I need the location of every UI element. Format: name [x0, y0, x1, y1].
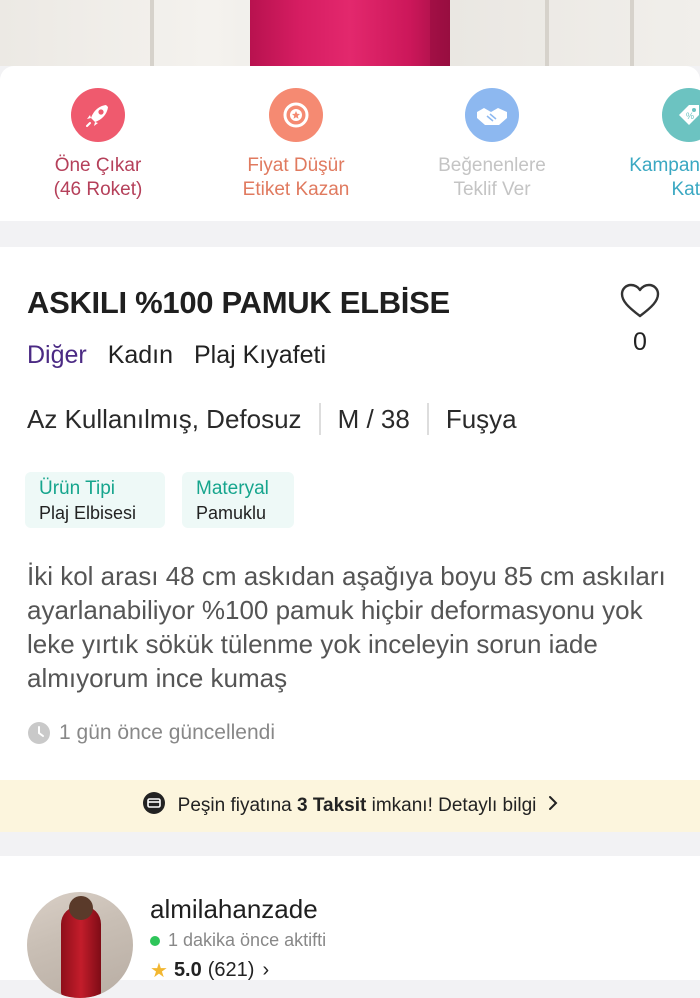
breadcrumb: Diğer Kadın Plaj Kıyafeti: [27, 341, 326, 370]
category-link[interactable]: Kadın: [108, 341, 173, 369]
product-description: İki kol arası 48 cm askıdan aşağıya boyu…: [27, 561, 666, 693]
heart-icon: [620, 283, 660, 318]
product-title: ASKILI %100 PAMUK ELBİSE: [27, 285, 450, 320]
dress-image: [250, 0, 450, 66]
price-drop-label: Fiyat Düşür: [247, 155, 345, 176]
updated-text: 1 gün önce güncellendi: [59, 721, 276, 744]
updated-info: 1 gün önce güncellendi: [27, 721, 275, 745]
banner-text-end: imkanı! Detaylı bilgi: [366, 795, 537, 816]
rating-value: 5.0: [173, 959, 202, 981]
product-attributes: Az Kullanılmış, Defosuz M / 38 Fuşya: [27, 403, 517, 435]
campaign-action[interactable]: % Kampan Kat: [600, 88, 700, 202]
boost-sublabel: (46 Roket): [53, 179, 143, 200]
seller-status: 1 dakika önce aktifti: [150, 930, 326, 951]
star-icon: ★: [150, 960, 168, 982]
product-details-card: ASKILI %100 PAMUK ELBİSE 0 Diğer Kadın P…: [0, 247, 700, 780]
banner-text-bold: 3 Taksit: [296, 795, 367, 816]
online-dot-icon: [150, 935, 160, 946]
like-count: 0: [633, 328, 647, 356]
condition-text: Az Kullanılmış, Defosuz: [27, 403, 302, 434]
campaign-sublabel: Kat: [671, 179, 700, 200]
divider: [318, 403, 321, 435]
size-text: M / 38: [337, 403, 410, 434]
chevron-right-icon: [548, 795, 558, 817]
seller-actions-bar: Öne Çıkar (46 Roket) Fiyat Düşür Etiket …: [0, 66, 700, 221]
like-button[interactable]: 0: [620, 283, 660, 357]
banner-text-start: Peşin fiyatına: [177, 795, 297, 816]
installment-banner[interactable]: Peşin fiyatına 3 Taksit imkanı! Detaylı …: [0, 780, 700, 832]
rocket-icon: [71, 88, 125, 142]
seller-rating[interactable]: ★ 5.0 (621) ›: [150, 958, 269, 983]
avatar[interactable]: [27, 892, 133, 998]
boost-action[interactable]: Öne Çıkar (46 Roket): [13, 88, 183, 202]
banner-text: Peşin fiyatına 3 Taksit imkanı! Detaylı …: [178, 795, 537, 817]
color-text: Fuşya: [445, 403, 517, 434]
price-drop-sublabel: Etiket Kazan: [242, 179, 350, 200]
chevron-right-icon: ›: [262, 959, 270, 981]
seller-card[interactable]: almilahanzade 1 dakika önce aktifti ★ 5.…: [0, 856, 700, 998]
offer-likers-action[interactable]: Beğenenlere Teklif Ver: [407, 88, 577, 202]
product-photo[interactable]: [0, 0, 700, 66]
badge-icon: [269, 88, 323, 142]
review-count: (621): [207, 959, 255, 981]
category-link[interactable]: Diğer: [27, 341, 87, 369]
divider: [426, 403, 429, 435]
tag-value: Plaj Elbisesi: [39, 503, 137, 523]
offer-likers-sublabel: Teklif Ver: [453, 179, 531, 200]
category-link[interactable]: Plaj Kıyafeti: [194, 341, 326, 369]
offer-likers-label: Beğenenlere: [438, 155, 546, 176]
tag-label: Ürün Tipi: [39, 478, 116, 499]
tag-icon: %: [662, 88, 700, 142]
tag-value: Pamuklu: [196, 503, 267, 523]
attribute-tag-material: Materyal Pamuklu: [182, 472, 294, 528]
clock-icon: [28, 722, 50, 744]
status-text: 1 dakika önce aktifti: [168, 930, 327, 950]
svg-text:%: %: [686, 111, 694, 121]
price-drop-action[interactable]: Fiyat Düşür Etiket Kazan: [211, 88, 381, 202]
campaign-label: Kampan: [629, 155, 700, 176]
seller-username[interactable]: almilahanzade: [150, 894, 318, 925]
attribute-tag-product-type: Ürün Tipi Plaj Elbisesi: [25, 472, 165, 528]
handshake-icon: [465, 88, 519, 142]
boost-label: Öne Çıkar: [54, 155, 142, 176]
tag-label: Materyal: [196, 478, 269, 499]
credit-card-icon: [142, 791, 166, 821]
